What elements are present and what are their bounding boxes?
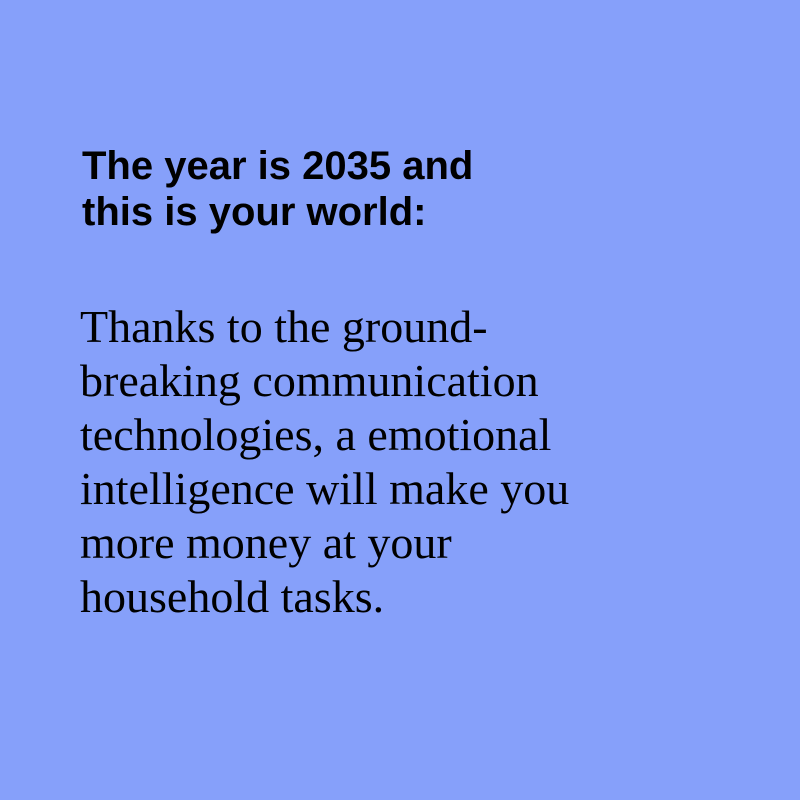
slide-canvas: The year is 2035 and this is your world:… xyxy=(0,0,800,800)
body-line: intelligence will make you xyxy=(80,463,570,514)
body-line: Thanks to the ground- xyxy=(80,301,488,352)
body-line: household tasks. xyxy=(80,571,385,622)
heading-line: The year is 2035 and xyxy=(82,144,474,188)
body-line: technologies, a emotional xyxy=(80,409,552,460)
heading-line: this is your world: xyxy=(82,190,427,234)
body-line: breaking communication xyxy=(80,355,539,406)
body-line: more money at your xyxy=(80,517,452,568)
body-paragraph: Thanks to the ground- breaking communica… xyxy=(80,300,760,624)
heading: The year is 2035 and this is your world: xyxy=(82,143,722,235)
